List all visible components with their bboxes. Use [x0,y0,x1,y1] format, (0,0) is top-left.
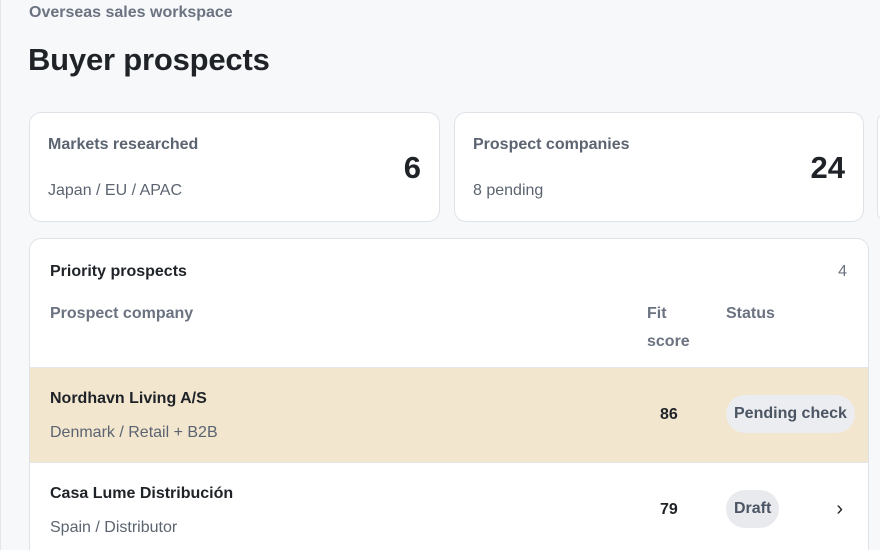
column-header-status[interactable]: Status [726,300,775,328]
company-name: Nordhavn Living A/S [50,390,207,407]
stat-label: Markets researched [48,136,199,153]
table-row[interactable]: Casa Lume Distribución Spain / Distribut… [30,462,868,550]
company-meta: Denmark / Retail + B2B [50,424,218,441]
workspace-label: Overseas sales workspace [29,4,233,21]
company-name: Casa Lume Distribución [50,485,234,502]
status-badge: Pending check [726,395,855,433]
fit-score: 79 [660,501,678,518]
stat-label: Prospect companies [473,136,630,153]
prospect-count: 4 [838,263,847,280]
app-page: Overseas sales workspace Buyer prospects… [0,0,880,550]
chevron-right-icon[interactable]: › [836,498,843,521]
stat-sub: 8 pending [473,182,544,199]
table-row[interactable]: Nordhavn Living A/S Denmark / Retail + B… [30,367,868,462]
stat-value: 6 [403,150,421,185]
panel-title: Priority prospects [50,263,187,280]
stat-sub: Japan / EU / APAC [48,182,182,199]
status-badge: Draft [726,490,780,528]
page-title: Buyer prospects [28,42,270,77]
stat-card-markets: Markets researched Japan / EU / APAC 6 [29,112,440,222]
fit-score: 86 [660,406,678,423]
priority-prospects-panel: Priority prospects 4 Prospect company Fi… [29,238,869,550]
stat-value: 24 [810,150,845,185]
company-meta: Spain / Distributor [50,519,178,536]
stat-card-prospects: Prospect companies 8 pending 24 [454,112,864,222]
column-header-company[interactable]: Prospect company [50,300,193,328]
column-header-fit-score[interactable]: Fit score [647,300,707,356]
